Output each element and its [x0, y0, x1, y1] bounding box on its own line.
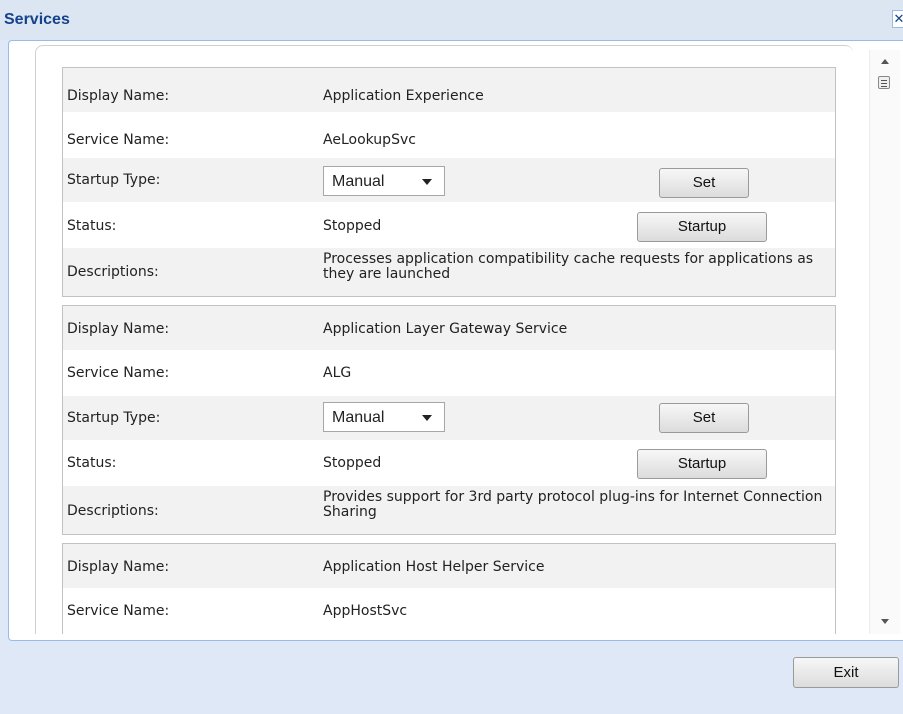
display-name-value: Application Experience [323, 88, 484, 104]
status-label: Status: [67, 218, 117, 234]
service-name-value: ALG [323, 365, 352, 381]
display-name-label: Display Name: [67, 88, 170, 104]
services-list[interactable]: Display Name: Application Experience Ser… [35, 45, 853, 634]
description-row: Descriptions: Provides support for 3rd p… [63, 486, 835, 534]
chevron-down-icon [422, 179, 432, 185]
service-name-label: Service Name: [67, 132, 170, 148]
startup-type-row: Startup Type: Manual Set [63, 158, 835, 202]
startup-type-selected: Manual [332, 409, 385, 426]
status-value: Stopped [323, 218, 382, 234]
startup-type-row: Startup Type: Manual Set [63, 396, 835, 440]
display-name-value: Application Host Helper Service [323, 559, 545, 575]
startup-button[interactable]: Startup [637, 212, 767, 242]
description-label: Descriptions: [67, 503, 159, 519]
scroll-down-arrow-icon[interactable] [881, 619, 889, 624]
service-card: Display Name: Application Layer Gateway … [62, 305, 836, 535]
service-name-value: AppHostSvc [323, 603, 408, 619]
status-row: Status: Stopped Startup [63, 202, 835, 248]
window-titlebar: Services [0, 0, 903, 40]
display-name-row: Display Name: Application Experience [63, 68, 835, 112]
service-name-row: Service Name: ALG [63, 350, 835, 396]
scrollbar-thumb[interactable] [878, 76, 890, 89]
display-name-label: Display Name: [67, 321, 170, 337]
display-name-row: Display Name: Application Host Helper Se… [63, 544, 835, 588]
service-card: Display Name: Application Experience Ser… [62, 67, 836, 297]
service-name-label: Service Name: [67, 365, 170, 381]
service-card: Display Name: Application Host Helper Se… [62, 543, 836, 634]
description-label: Descriptions: [67, 264, 159, 280]
service-name-label: Service Name: [67, 603, 170, 619]
chevron-down-icon [422, 415, 432, 421]
exit-button[interactable]: Exit [793, 657, 899, 688]
startup-button[interactable]: Startup [637, 449, 767, 479]
status-value: Stopped [323, 455, 382, 471]
display-name-label: Display Name: [67, 559, 170, 575]
description-row: Descriptions: Processes application comp… [63, 248, 835, 296]
startup-type-label: Startup Type: [67, 410, 161, 426]
service-name-row: Service Name: AeLookupSvc [63, 112, 835, 158]
display-name-row: Display Name: Application Layer Gateway … [63, 306, 835, 350]
startup-type-select[interactable]: Manual [323, 402, 445, 432]
startup-type-select[interactable]: Manual [323, 166, 445, 196]
close-button[interactable]: ✕ [892, 10, 903, 28]
set-button[interactable]: Set [659, 403, 749, 433]
service-name-value: AeLookupSvc [323, 132, 416, 148]
description-value: Processes application compatibility cach… [323, 251, 814, 282]
service-name-row: Service Name: AppHostSvc [63, 588, 835, 634]
set-button[interactable]: Set [659, 168, 749, 198]
status-row: Status: Stopped Startup [63, 440, 835, 486]
description-value: Provides support for 3rd party protocol … [323, 489, 823, 520]
window-title: Services [4, 11, 70, 28]
status-label: Status: [67, 455, 117, 471]
startup-type-label: Startup Type: [67, 172, 161, 188]
display-name-value: Application Layer Gateway Service [323, 321, 568, 337]
scroll-up-arrow-icon[interactable] [881, 59, 889, 64]
startup-type-selected: Manual [332, 173, 385, 190]
vertical-scrollbar[interactable] [869, 50, 900, 634]
